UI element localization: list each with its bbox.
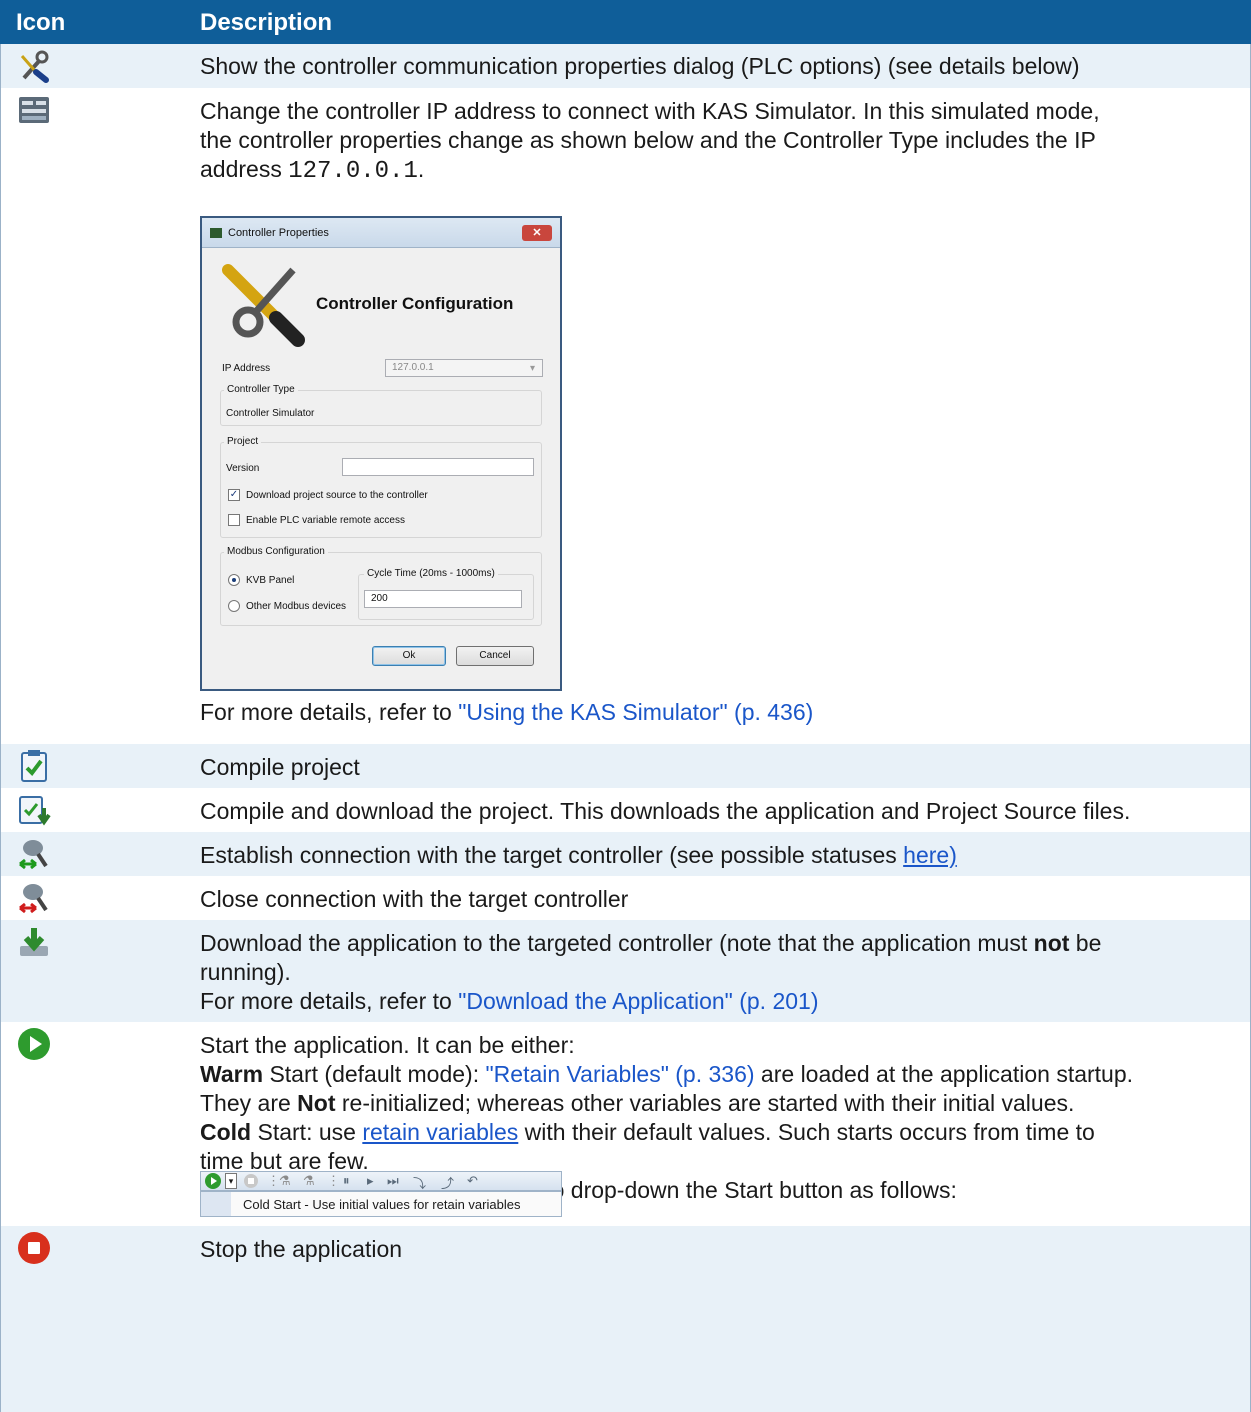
step-into-icon[interactable]: ⤵ <box>413 1173 426 1192</box>
row-description: Close connection with the target control… <box>200 886 629 912</box>
cancel-button[interactable]: Cancel <box>456 646 534 666</box>
disconnect-icon <box>19 884 48 914</box>
disconnect-small-icon[interactable]: ⚗ <box>303 1173 315 1189</box>
row-description: Compile and download the project. This d… <box>200 798 1131 824</box>
kvb-panel-radio[interactable] <box>228 574 240 586</box>
row-description: Change the controller IP address to conn… <box>200 98 1100 185</box>
table-row: Start the application. It can be either:… <box>0 1022 1251 1226</box>
start-icon <box>18 1028 50 1060</box>
step-icon[interactable]: ▸ <box>367 1173 374 1189</box>
row-description: Download the application to the targeted… <box>200 930 1102 1014</box>
header-icon-column: Icon <box>16 9 66 36</box>
retain-variables-link[interactable]: "Retain Variables" (p. 336) <box>486 1061 755 1087</box>
table-row: Compile project <box>0 744 1251 788</box>
table-row: Show the controller communication proper… <box>0 44 1251 88</box>
connect-small-icon[interactable]: ⚗ <box>279 1173 291 1189</box>
download-application-link[interactable]: "Download the Application" (p. 201) <box>458 988 818 1014</box>
menu-gutter <box>201 1192 231 1216</box>
row-description: Show the controller communication proper… <box>200 53 1080 79</box>
separator-icon: ⋮ <box>327 1173 340 1188</box>
table-row: Close connection with the target control… <box>0 876 1251 920</box>
ok-button[interactable]: Ok <box>372 646 446 666</box>
ip-address-code: 127.0.0.1 <box>288 158 418 185</box>
table-row: Stop the application <box>0 1226 1251 1412</box>
row-description: Establish connection with the target con… <box>200 842 957 868</box>
stop-icon <box>244 1174 258 1188</box>
chevron-down-icon[interactable]: ▾ <box>225 1173 237 1189</box>
play-icon <box>205 1173 221 1189</box>
table-row: Compile and download the project. This d… <box>0 788 1251 832</box>
cycle-time-field[interactable]: 200 <box>364 590 522 608</box>
remote-access-label: Enable PLC variable remote access <box>246 515 405 526</box>
remote-access-checkbox[interactable] <box>228 514 240 526</box>
compile-download-icon <box>19 796 51 826</box>
connect-icon <box>19 840 48 870</box>
download-icon <box>20 928 48 956</box>
stop-app-icon <box>18 1232 50 1264</box>
download-source-label: Download project source to the controlle… <box>246 490 428 501</box>
cycle-time-label: Cycle Time (20ms - 1000ms) <box>364 568 498 579</box>
controller-properties-dialog: Controller Properties ✕ Controller Confi… <box>200 216 562 691</box>
compile-icon <box>21 750 47 782</box>
other-modbus-radio[interactable] <box>228 600 240 612</box>
row-description: Stop the application <box>200 1236 403 1262</box>
other-modbus-label: Other Modbus devices <box>246 601 347 612</box>
dialog-title: Controller Properties <box>228 227 329 239</box>
start-toolbar: ▾ ⋮ ⚗ ⚗ ⋮ ⏸ ▸ ⏭ ⤵ ⤴ ↶ <box>200 1171 562 1191</box>
version-label: Version <box>226 463 260 474</box>
table-border-left <box>0 44 1 1412</box>
step-back-icon[interactable]: ↶ <box>467 1173 478 1189</box>
stop-button[interactable] <box>243 1173 259 1192</box>
close-icon[interactable]: ✕ <box>522 225 552 241</box>
app-icon <box>210 228 222 238</box>
dialog-heading: Controller Configuration <box>316 294 514 313</box>
start-dropdown-menu: Cold Start - Use initial values for reta… <box>200 1191 562 1217</box>
chevron-down-icon: ▾ <box>530 363 536 374</box>
statuses-link[interactable]: here) <box>903 842 957 868</box>
tools-icon <box>222 264 305 347</box>
table-row: Change the controller IP address to conn… <box>0 88 1251 744</box>
download-source-checkbox[interactable]: ✓ <box>228 489 240 501</box>
controller-type-label: Controller Type <box>224 384 298 395</box>
step-out-icon[interactable]: ⤴ <box>441 1173 454 1192</box>
row-description: Compile project <box>200 754 360 780</box>
step-over-icon[interactable]: ⏭ <box>387 1173 399 1189</box>
controller-type-value: Controller Simulator <box>226 408 315 419</box>
using-kas-simulator-link[interactable]: "Using the KAS Simulator" (p. 436) <box>458 699 813 725</box>
table-row: Establish connection with the target con… <box>0 832 1251 876</box>
simulator-icon <box>19 97 49 123</box>
pause-icon[interactable]: ⏸ <box>343 1173 350 1189</box>
project-label: Project <box>224 436 262 447</box>
dialog-titlebar: Controller Properties ✕ <box>202 218 560 248</box>
kvb-panel-label: KVB Panel <box>246 575 295 586</box>
ip-address-label: IP Address <box>222 363 271 374</box>
cold-start-menu-item[interactable]: Cold Start - Use initial values for reta… <box>243 1197 520 1212</box>
more-details: For more details, refer to "Using the KA… <box>200 699 814 725</box>
table-row: Download the application to the targeted… <box>0 920 1251 1022</box>
plc-options-icon <box>20 50 49 83</box>
modbus-label: Modbus Configuration <box>224 546 328 557</box>
start-button[interactable] <box>204 1172 222 1193</box>
retain-variables-inline-link[interactable]: retain variables <box>362 1119 518 1145</box>
version-field[interactable] <box>342 458 534 476</box>
header-description-column: Description <box>200 9 333 36</box>
ip-address-field[interactable]: 127.0.0.1 <box>385 359 543 377</box>
table-header: Icon Description <box>0 0 1251 44</box>
